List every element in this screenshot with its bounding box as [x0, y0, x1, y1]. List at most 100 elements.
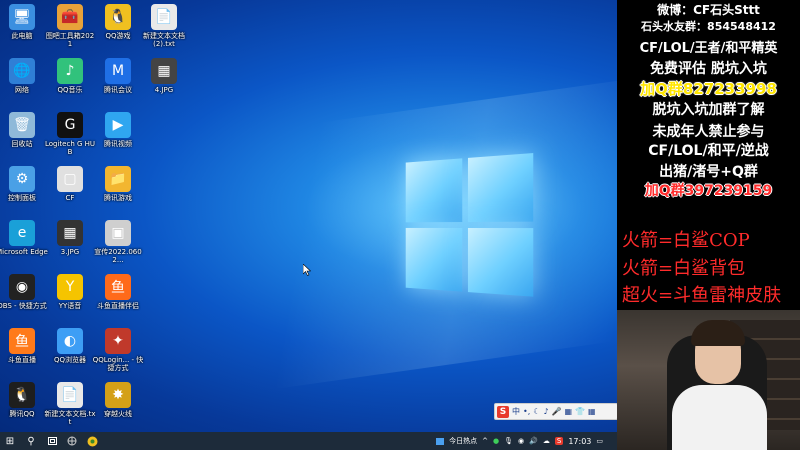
streamer-hair — [691, 320, 745, 346]
search-icon: ⚲ — [27, 435, 35, 447]
qq-icon: 🐧 — [9, 382, 35, 408]
mic-tray-icon[interactable]: 🎙 — [504, 437, 513, 445]
desktop-icon[interactable]: ▦ 4.JPG — [138, 58, 190, 94]
panel-line: 加Q群397239159 — [644, 183, 773, 199]
desktop-icon[interactable]: 📁 腾讯游戏 — [92, 166, 144, 202]
qqlogin-icon: ✦ — [105, 328, 131, 354]
desktop-icon-label: 腾讯QQ — [9, 410, 35, 418]
desktop-icon[interactable]: M 腾讯会议 — [92, 58, 144, 94]
desktop-icon-label: QQ游戏 — [105, 32, 131, 40]
desktop-icon[interactable]: ⚙ 控制面板 — [0, 166, 48, 202]
mouse-cursor-icon — [303, 264, 311, 276]
panel-line: 免费评估 脱坑入坑 — [650, 61, 767, 77]
pinwheel-icon — [67, 436, 77, 446]
desktop-icon-label: 网络 — [15, 86, 29, 94]
desktop-icon-label: 控制面板 — [8, 194, 36, 202]
text-file-icon: 📄 — [151, 4, 177, 30]
tencent-video-icon: ▶ — [105, 112, 131, 138]
ime-item[interactable]: 中 — [512, 406, 520, 417]
panel-line: 未成年人禁止参与 — [652, 124, 765, 140]
desktop-icon-label: 斗鱼直播伴侣 — [97, 302, 139, 310]
desktop-icon[interactable]: ▦ 3.JPG — [44, 220, 96, 256]
taskbar: ⊞ ⚲ 今日热点 ^ ● 🎙 ◉ 🔊 ☁ S 17:03 ▭ — [0, 432, 617, 450]
panel-line: 火箭=白鲨COP — [622, 230, 750, 251]
desktop-icon-label: 此电脑 — [11, 32, 33, 40]
ime-toolbar[interactable]: S 中 •, ☾ ♪ 🎤 ▦ 👕 ▦ — [494, 403, 617, 420]
ime-item[interactable]: 👕 — [575, 407, 585, 416]
desktop-icon[interactable]: ▢ CF — [44, 166, 96, 202]
desktop-icon[interactable]: ◐ QQ浏览器 — [44, 328, 96, 364]
taskbar-app-settings[interactable] — [62, 432, 82, 450]
notification-icon[interactable]: ▭ — [596, 437, 603, 445]
douyu-live-icon: 鱼 — [9, 328, 35, 354]
desktop-icon-label: 斗鱼直播 — [8, 356, 36, 364]
desktop-icon[interactable]: ✦ QQLogin... - 快捷方式 — [92, 328, 144, 372]
panel-line: 石头水友群：854548412 — [641, 20, 776, 33]
desktop-icon[interactable]: ▣ 宣传2022.0602... — [92, 220, 144, 264]
network-icon: 🌐 — [9, 58, 35, 84]
webcam-feed — [617, 310, 800, 450]
crossfire-icon: ✸ — [105, 382, 131, 408]
desktop-icon[interactable]: 🐧 腾讯QQ — [0, 382, 48, 418]
desktop-icon-label: 回收站 — [11, 140, 33, 148]
desktop-icon[interactable]: 鱼斗鱼直播 — [0, 328, 48, 364]
panel-line: CF/LOL/和平/逆战 — [648, 143, 769, 159]
ime-item[interactable]: ▦ — [588, 407, 596, 416]
sogou-ime-icon[interactable]: S — [497, 405, 509, 418]
desktop-icon[interactable]: 📄 新建文本文档 (2).txt — [138, 4, 190, 48]
tencent-meeting-icon: M — [105, 58, 131, 84]
ime-item[interactable]: ♪ — [543, 407, 548, 416]
panel-line: 火箭=白鲨背包 — [622, 258, 746, 279]
desktop-icon[interactable]: G Logitech G HUB — [44, 112, 96, 156]
panel-line: 出猪/渚号+Q群 — [659, 164, 758, 180]
desktop[interactable]: 🖥 此电脑 🌐 网络 🗑 回收站 ⚙ 控制面板 e Microsoft Edge ◉ OBS - 快捷… — [0, 0, 617, 432]
desktop-icon[interactable]: ♪ QQ音乐 — [44, 58, 96, 94]
logo-pane — [405, 158, 463, 223]
desktop-icon-label: 4.JPG — [154, 86, 174, 94]
desktop-icon[interactable]: e Microsoft Edge — [0, 220, 48, 256]
yy-icon: Y — [57, 274, 83, 300]
camera-tray-icon[interactable]: ◉ — [518, 437, 524, 445]
desktop-icon[interactable]: 🐧 QQ游戏 — [92, 4, 144, 40]
desktop-icon-label: YY语音 — [58, 302, 82, 310]
desktop-icon[interactable]: ◉ OBS - 快捷方式 — [0, 274, 48, 310]
news-widget-icon[interactable] — [436, 437, 445, 445]
light-beam — [150, 73, 617, 407]
chevron-up-icon[interactable]: ^ — [482, 437, 488, 445]
tencent-game-icon: 📁 — [105, 166, 131, 192]
taskbar-app-douyu[interactable] — [82, 432, 102, 450]
news-widget-label[interactable]: 今日热点 — [449, 436, 477, 446]
start-button[interactable]: ⊞ — [0, 432, 20, 450]
panel-line: CF/LOL/王者/和平精英 — [639, 41, 778, 56]
desktop-icon-label: CF — [65, 194, 75, 202]
desktop-icon-label: 新建文本文档.txt — [44, 410, 96, 426]
desktop-icon[interactable]: Y YY语音 — [44, 274, 96, 310]
volume-tray-icon[interactable]: 🔊 — [529, 437, 538, 445]
network-tray-icon[interactable]: ☁ — [543, 437, 550, 445]
ime-item[interactable]: •, — [523, 407, 530, 416]
ime-item[interactable]: 🎤 — [552, 407, 562, 416]
douyu-companion-icon: 鱼 — [105, 274, 131, 300]
desktop-icon[interactable]: 🧰 图吧工具箱2021 — [44, 4, 96, 48]
search-button[interactable]: ⚲ — [20, 432, 42, 450]
edge-icon: e — [9, 220, 35, 246]
task-view-button[interactable] — [42, 432, 62, 450]
desktop-icon-label: Logitech G HUB — [44, 140, 96, 156]
desktop-icon[interactable]: ✸ 穿越火线 — [92, 382, 144, 418]
desktop-icon-label: 3.JPG — [60, 248, 80, 256]
system-tray: 今日热点 ^ ● 🎙 ◉ 🔊 ☁ S 17:03 ▭ — [436, 432, 603, 450]
desktop-icon[interactable]: 🌐 网络 — [0, 58, 48, 94]
wechat-tray-icon[interactable]: ● — [493, 437, 499, 445]
text-file-icon-2: 📄 — [57, 382, 83, 408]
desktop-icon[interactable]: 🗑 回收站 — [0, 112, 48, 148]
desktop-icon[interactable]: 鱼斗鱼直播伴侣 — [92, 274, 144, 310]
ime-item[interactable]: ☾ — [533, 407, 540, 416]
panel-line: 加Q群827233998 — [640, 80, 777, 98]
desktop-icon[interactable]: 📄 新建文本文档.txt — [44, 382, 96, 426]
desktop-icon-label: 腾讯会议 — [104, 86, 132, 94]
clock[interactable]: 17:03 — [568, 437, 591, 446]
sogou-tray-icon[interactable]: S — [554, 437, 564, 445]
desktop-icon[interactable]: ▶ 腾讯视频 — [92, 112, 144, 148]
ime-item[interactable]: ▦ — [565, 407, 573, 416]
desktop-icon[interactable]: 🖥 此电脑 — [0, 4, 48, 40]
